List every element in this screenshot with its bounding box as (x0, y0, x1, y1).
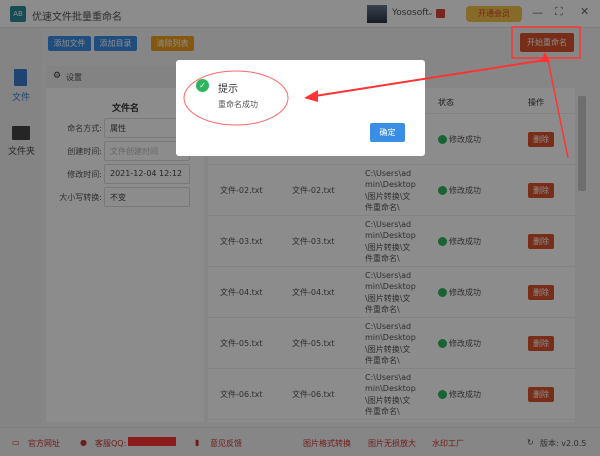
highlight-box (511, 26, 581, 59)
highlight-ellipse (183, 70, 289, 126)
annotation-layer (183, 26, 581, 159)
arrow-line-2 (547, 59, 569, 159)
arrow-head-icon (304, 90, 318, 102)
arrow-head-icon (540, 52, 550, 62)
arrow-line (314, 59, 546, 97)
